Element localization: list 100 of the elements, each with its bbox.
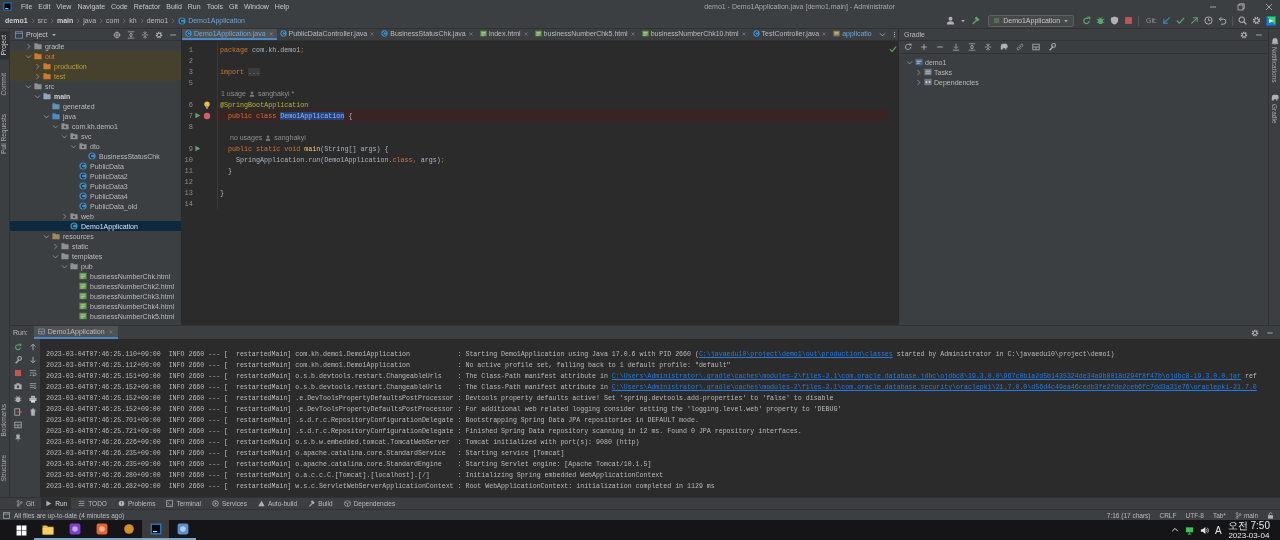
chevron-up-icon[interactable] — [1171, 526, 1180, 534]
logo-icon[interactable] — [1266, 15, 1276, 26]
chevron-down-icon[interactable] — [43, 232, 50, 240]
commit-check-icon[interactable] — [1176, 16, 1185, 25]
scroll-to-end-icon[interactable] — [28, 382, 37, 390]
speaker-icon[interactable] — [1200, 525, 1210, 535]
taskbar-app[interactable] — [142, 520, 169, 540]
chevron-right-icon[interactable] — [34, 72, 41, 80]
soft-wrap-icon[interactable] — [28, 369, 37, 377]
trash-icon[interactable] — [28, 408, 37, 416]
undo-icon[interactable] — [1218, 16, 1227, 25]
remove-icon[interactable] — [936, 43, 944, 51]
close-icon[interactable] — [522, 30, 529, 37]
expand-all-icon[interactable] — [968, 43, 976, 51]
input-mode[interactable]: A — [1215, 524, 1222, 536]
camera-icon[interactable] — [13, 382, 22, 390]
class-icon — [79, 162, 87, 170]
chevron-down-icon[interactable] — [52, 122, 59, 130]
no-problems-check-icon[interactable] — [889, 45, 897, 53]
shield-icon[interactable] — [1110, 16, 1120, 25]
package-icon — [79, 142, 87, 150]
pin-icon[interactable] — [13, 434, 22, 442]
run-icon[interactable] — [194, 145, 201, 152]
chevron-down-icon[interactable] — [43, 112, 50, 120]
close-icon[interactable] — [740, 30, 747, 37]
close-icon[interactable] — [821, 30, 828, 37]
rerun-icon[interactable] — [1082, 16, 1092, 25]
status-icon[interactable] — [3, 511, 10, 519]
wrench-icon[interactable] — [1048, 43, 1056, 51]
chevron-down-icon[interactable] — [34, 92, 41, 100]
restore-icon[interactable] — [1236, 1, 1246, 12]
settings-icon[interactable] — [155, 30, 163, 39]
download-icon[interactable] — [952, 43, 960, 51]
expand-all-icon[interactable] — [127, 30, 135, 39]
link-icon[interactable] — [1016, 43, 1024, 51]
print-icon[interactable] — [28, 395, 37, 403]
wrench-icon[interactable] — [13, 356, 22, 364]
close-icon[interactable] — [1264, 1, 1274, 12]
hammer-icon[interactable] — [971, 16, 981, 25]
tab-list-icon[interactable] — [878, 31, 886, 38]
locate-icon[interactable] — [113, 30, 121, 39]
collapse-all-icon[interactable] — [141, 30, 149, 39]
arrow-up-icon[interactable] — [28, 343, 37, 351]
layout-icon[interactable] — [13, 421, 22, 429]
user-icon[interactable] — [946, 16, 956, 25]
chevron-right-icon[interactable] — [52, 242, 59, 250]
push-icon[interactable] — [1190, 16, 1199, 25]
lock-icon[interactable] — [1267, 511, 1274, 519]
tasks-icon — [924, 68, 932, 76]
chevron-right-icon[interactable] — [915, 68, 922, 76]
chevron-down-icon[interactable] — [61, 132, 68, 140]
class-icon — [70, 222, 78, 230]
chevron-down-icon[interactable] — [52, 252, 59, 260]
close-icon[interactable] — [629, 30, 636, 37]
run-icon[interactable] — [194, 112, 201, 119]
chevron-down-icon[interactable] — [25, 82, 32, 90]
add-icon[interactable] — [920, 43, 928, 51]
refresh-icon[interactable] — [904, 43, 912, 51]
chevron-right-icon[interactable] — [61, 212, 68, 220]
chevron-right-icon — [75, 17, 82, 24]
stop-icon[interactable] — [13, 369, 22, 377]
bug-icon[interactable] — [1096, 16, 1106, 25]
branch-icon — [16, 500, 23, 507]
exit-icon[interactable] — [13, 408, 22, 416]
chevron-down-icon[interactable] — [25, 52, 32, 60]
app-icon — [95, 523, 108, 535]
arrow-down-icon[interactable] — [28, 356, 37, 364]
update-icon[interactable] — [1162, 16, 1171, 25]
elephant-icon[interactable] — [1000, 43, 1008, 51]
class-icon — [178, 16, 187, 25]
bug-icon[interactable] — [13, 395, 22, 403]
windows-logo-icon[interactable] — [15, 524, 27, 536]
html-file-icon — [79, 292, 87, 300]
class-icon — [79, 202, 87, 210]
caret-icon[interactable] — [960, 17, 967, 24]
clock-date[interactable]: 2023-03-04 — [1228, 530, 1270, 540]
clock-time[interactable]: 오전 7:50 — [1227, 520, 1270, 531]
chevron-down-icon[interactable] — [61, 262, 68, 270]
close-icon[interactable] — [369, 30, 376, 37]
folder-icon — [41, 523, 54, 535]
layout-icon[interactable] — [1032, 43, 1040, 51]
collapse-all-icon[interactable] — [984, 43, 992, 51]
monitor-icon[interactable] — [1185, 525, 1195, 535]
breakpoint-icon[interactable] — [202, 111, 211, 120]
stop-icon[interactable] — [1124, 16, 1134, 25]
chevron-down-icon[interactable] — [70, 142, 77, 150]
class-icon — [752, 30, 760, 37]
chevron-right-icon — [48, 17, 55, 24]
bulb-icon[interactable] — [202, 100, 211, 109]
close-icon[interactable] — [467, 30, 474, 37]
caret-icon[interactable] — [50, 31, 57, 38]
class-icon — [79, 182, 87, 190]
rerun-icon[interactable] — [13, 343, 22, 351]
chevron-right-icon[interactable] — [915, 78, 922, 86]
history-icon[interactable] — [1204, 16, 1213, 25]
chevron-down-icon[interactable] — [906, 58, 913, 66]
settings-icon[interactable] — [1251, 328, 1259, 337]
chevron-right-icon[interactable] — [34, 62, 41, 70]
chevron-right-icon[interactable] — [25, 42, 32, 50]
search-icon[interactable] — [1238, 16, 1247, 25]
